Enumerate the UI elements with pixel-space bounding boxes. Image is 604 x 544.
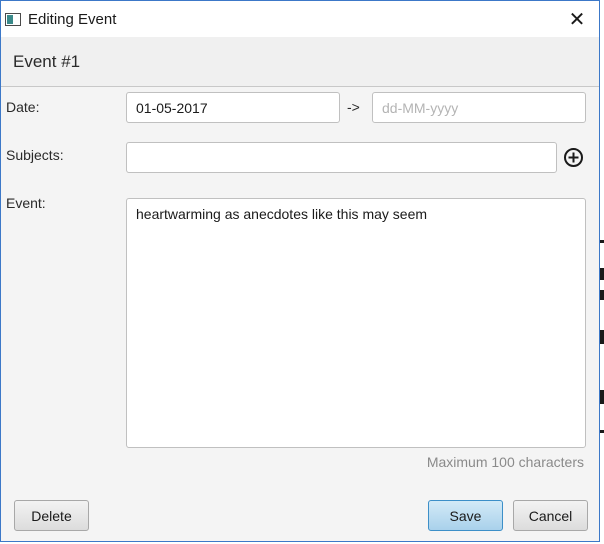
delete-button[interactable]: Delete — [14, 500, 89, 531]
background-window-fragment — [600, 390, 604, 404]
event-label: Event: — [6, 195, 46, 211]
window-title: Editing Event — [28, 11, 117, 28]
subjects-input[interactable] — [126, 142, 557, 173]
add-subject-button[interactable] — [563, 147, 584, 168]
background-window-fragment — [600, 330, 604, 344]
date-label: Date: — [6, 99, 40, 115]
date-range-arrow: -> — [347, 99, 360, 115]
event-header-title: Event #1 — [13, 52, 81, 71]
background-window-fragment — [600, 290, 604, 300]
dialog-header: Event #1 — [1, 37, 599, 87]
plus-circle-icon — [564, 148, 583, 167]
end-date-input[interactable] — [372, 92, 586, 123]
save-button[interactable]: Save — [428, 500, 503, 531]
background-window-fragment — [600, 240, 604, 243]
start-date-input[interactable] — [126, 92, 340, 123]
editing-event-dialog: Editing Event ✕ Event #1 Date: -> Subjec… — [0, 0, 600, 542]
character-limit-hint: Maximum 100 characters — [426, 454, 584, 470]
background-window-fragment — [600, 430, 604, 433]
close-icon: ✕ — [568, 8, 586, 31]
close-button[interactable]: ✕ — [559, 4, 595, 34]
app-icon — [5, 13, 21, 26]
background-window-fragment — [600, 268, 604, 280]
event-textarea[interactable] — [126, 198, 586, 448]
title-bar[interactable]: Editing Event ✕ — [1, 1, 599, 37]
cancel-button[interactable]: Cancel — [513, 500, 588, 531]
subjects-label: Subjects: — [6, 147, 64, 163]
